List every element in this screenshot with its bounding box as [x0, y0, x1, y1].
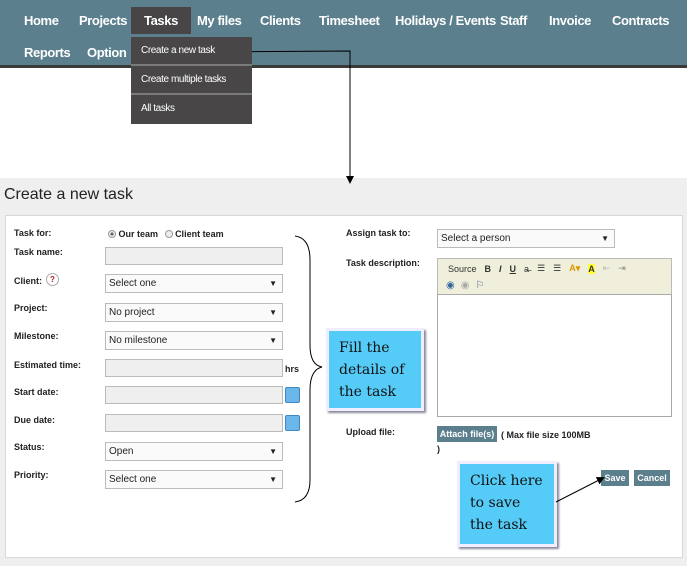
tasks-dropdown: Create a new task Create multiple tasks …	[131, 37, 252, 124]
menu-create-task[interactable]: Create a new task	[131, 37, 252, 66]
brace	[294, 235, 323, 503]
arrow-to-save	[555, 477, 605, 503]
menu-all-tasks[interactable]: All tasks	[131, 95, 252, 124]
annotation-overlay	[181, 50, 605, 503]
menu-create-multiple[interactable]: Create multiple tasks	[131, 66, 252, 95]
